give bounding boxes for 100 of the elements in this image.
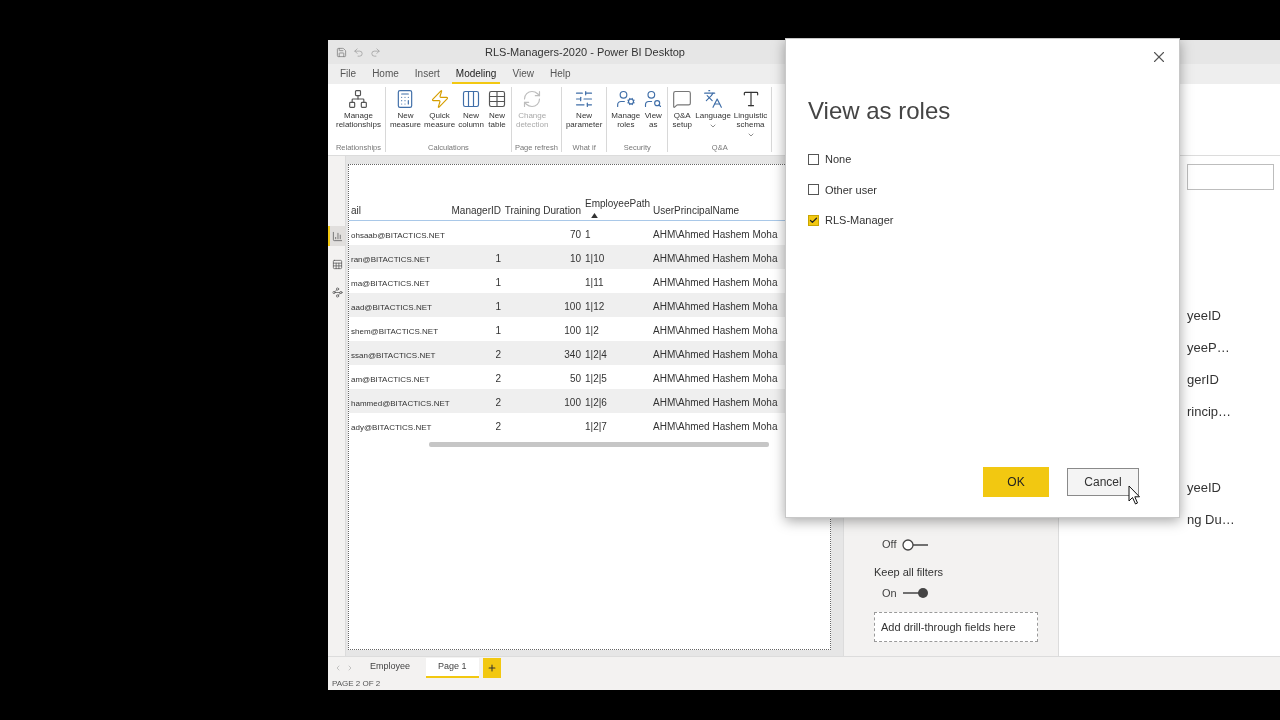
table-cell: 50: [569, 373, 581, 384]
table-cell: am@BITACTICS.NET: [351, 375, 430, 384]
ribbon-button[interactable]: Manage roles: [610, 87, 642, 129]
table-cell: 1|2: [585, 325, 599, 336]
sliders-icon: [574, 89, 595, 109]
drill-through-drop-zone[interactable]: Add drill-through fields here: [874, 612, 1038, 642]
table-cell: 1|11: [585, 277, 604, 288]
checkbox[interactable]: [808, 153, 819, 165]
table-cell: 2: [495, 349, 501, 360]
column-header[interactable]: ail: [351, 203, 361, 218]
search-field[interactable]: [1187, 164, 1274, 190]
ribbon-button[interactable]: View as: [642, 87, 665, 129]
refresh-icon: [522, 89, 543, 109]
table-cell: 2: [495, 397, 501, 408]
speech-bubble-icon: [672, 89, 693, 109]
page-tab[interactable]: Page 1: [426, 658, 479, 678]
dialog-title: View as roles: [808, 96, 951, 126]
table-cell: 340: [564, 349, 581, 360]
table-cell: shem@BITACTICS.NET: [351, 327, 439, 336]
ribbon-tab[interactable]: View: [508, 64, 538, 84]
column-header[interactable]: UserPrincipalName: [653, 203, 740, 218]
ribbon-button[interactable]: New column: [457, 87, 485, 129]
sort-ascending-icon[interactable]: [591, 213, 598, 218]
table-cell: 70: [569, 229, 581, 240]
ribbon-button[interactable]: Manage relationships: [335, 87, 382, 129]
checkbox-label: RLS-Manager: [825, 213, 894, 228]
user-gear-icon: [615, 89, 636, 109]
table-cell: 100: [564, 397, 581, 408]
table-cell: AHM\Ahmed Hashem Moha: [653, 277, 778, 288]
table-cell: 1|2|7: [585, 421, 607, 432]
field-name[interactable]: yeeID: [1187, 472, 1221, 504]
table-cell: 1|2|6: [585, 397, 607, 408]
ribbon-tab[interactable]: Help: [545, 64, 575, 84]
table-cell: 1: [495, 253, 501, 264]
toggle-state-label: Off: [882, 537, 897, 553]
add-page-button[interactable]: [482, 658, 501, 678]
field-name[interactable]: rincip…: [1187, 396, 1232, 428]
table-cell: 1: [495, 325, 501, 336]
columns-icon: [461, 89, 482, 109]
plus-icon: [486, 663, 497, 673]
field-name[interactable]: yeeID: [1187, 300, 1221, 332]
ribbon-button[interactable]: New table: [485, 87, 508, 129]
bar-chart-icon: [332, 230, 343, 242]
table-cell: AHM\Ahmed Hashem Moha: [653, 229, 778, 240]
table-cell: ma@BITACTICS.NET: [351, 279, 430, 288]
checkmark-icon: [809, 215, 818, 225]
table-cell: 2: [495, 373, 501, 384]
ribbon-button[interactable]: Q&A setup: [671, 87, 694, 129]
checkbox[interactable]: [808, 214, 819, 226]
table-icon: [486, 89, 507, 109]
view-button[interactable]: [328, 226, 345, 246]
table-cell: AHM\Ahmed Hashem Moha: [653, 325, 778, 336]
lightning-icon: [429, 89, 450, 109]
field-name[interactable]: yeeP…: [1187, 332, 1230, 364]
horizontal-scrollbar[interactable]: [429, 442, 769, 447]
table-cell: AHM\Ahmed Hashem Moha: [653, 253, 778, 264]
table-cell: 1|2|4: [585, 349, 607, 360]
ribbon-tab[interactable]: File: [336, 64, 361, 84]
table-cell: 1|12: [585, 301, 605, 312]
table-cell: 1: [495, 277, 501, 288]
setting-label: Keep all filters: [874, 564, 944, 580]
ribbon-tab[interactable]: Home: [368, 64, 403, 84]
user-search-icon: [643, 89, 664, 109]
table-cell: ohsaab@BITACTICS.NET: [351, 231, 445, 240]
table-cell: ssan@BITACTICS.NET: [351, 351, 436, 360]
dialog-button[interactable]: OK: [983, 467, 1049, 497]
language-icon: [703, 89, 724, 109]
diagram-icon: [332, 286, 343, 298]
status-text: PAGE 2 OF 2: [332, 679, 381, 689]
column-header[interactable]: ManagerID: [451, 203, 501, 218]
ribbon-button[interactable]: Linguistic schema: [732, 87, 769, 139]
window-title: RLS-Managers-2020 - Power BI Desktop: [485, 44, 685, 60]
ribbon-button[interactable]: New parameter: [564, 87, 604, 129]
table-cell: 100: [564, 301, 581, 312]
ribbon-button[interactable]: New measure: [388, 87, 423, 129]
table-cell: 1|10: [585, 253, 605, 264]
field-name[interactable]: gerID: [1187, 364, 1219, 396]
column-header[interactable]: Training Duration: [504, 203, 581, 218]
checkbox[interactable]: [808, 184, 819, 196]
ribbon-button[interactable]: Language: [694, 87, 732, 130]
table-cell: 1: [495, 301, 501, 312]
field-name[interactable]: ng Du…: [1187, 504, 1235, 536]
checkbox-label: Other user: [825, 182, 877, 198]
network-icon: [348, 89, 369, 109]
table-cell: hammed@BITACTICS.NET: [351, 399, 450, 408]
cursor-icon: [1128, 485, 1141, 505]
table-cell: AHM\Ahmed Hashem Moha: [653, 373, 778, 384]
toggle-switch[interactable]: [902, 587, 929, 599]
save-icon[interactable]: [336, 46, 347, 58]
grid-icon: [332, 258, 343, 270]
toggle-switch[interactable]: [902, 538, 929, 551]
table-cell: aad@BITACTICS.NET: [351, 303, 432, 312]
table-cell: 100: [564, 325, 581, 336]
dialog-button[interactable]: Cancel: [1067, 468, 1139, 496]
table-cell: 2: [495, 421, 501, 432]
ribbon-tab[interactable]: Insert: [410, 64, 444, 84]
column-header[interactable]: EmployeePath: [585, 196, 651, 211]
table-cell: ady@BITACTICS.NET: [351, 423, 432, 432]
toggle-state-label: On: [882, 585, 897, 601]
ribbon-button[interactable]: Quick measure: [423, 87, 457, 129]
